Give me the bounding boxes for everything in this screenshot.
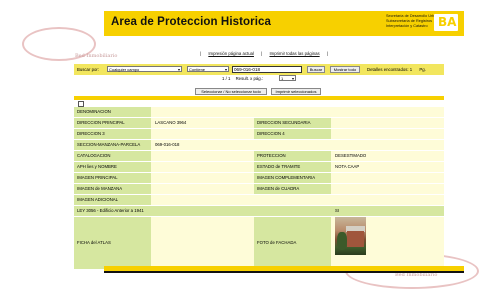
table-row: SECCION-MANZANA-PARCELA 069-016-018 (74, 140, 444, 151)
page-title: Area de Proteccion Historica (111, 16, 272, 28)
table-row: IMAGEN de MANZANA IMAGEN de CUADRA (74, 184, 444, 195)
smp-label: SECCION-MANZANA-PARCELA (74, 140, 151, 150)
record-table: DENOMINACION DIRECCION PRINCIPAL LASCANO… (74, 107, 444, 270)
table-row: FICHA del ATLAS FOTO de FACHADA (74, 217, 444, 270)
table-row: IMAGEN PRINCIPAL IMAGEN COMPLEMENTARIA (74, 173, 444, 184)
search-field-value: Cualquier campo (109, 67, 140, 72)
denominacion-label: DENOMINACION (74, 107, 151, 117)
results-count: Detalles encontrados: 1 Pg. (367, 67, 426, 72)
aph-label: APH lies y NOMBRE (74, 162, 151, 172)
page-indicator: 1 / 1 (222, 76, 231, 81)
direccion-4-label: DIRECCION 4 (254, 129, 331, 139)
table-row: LEY 3056 - Edificio Anterior a 1941 SI (74, 206, 444, 217)
photo-tree (337, 232, 347, 250)
table-row: APH lies y NOMBRE ESTADO de TRAMITE NOTA… (74, 162, 444, 173)
print-all-pages-link[interactable]: Imprimir todas las páginas (269, 51, 319, 56)
imagen-complementaria-label: IMAGEN COMPLEMENTARIA (254, 173, 331, 183)
ley-3056-value: SI (335, 208, 340, 213)
footer-line (104, 271, 464, 273)
estado-tramite-value: NOTA CAAP (335, 164, 360, 169)
chevron-down-icon: ▾ (224, 67, 227, 72)
org-line-3: Interpretación y Catastro (386, 24, 428, 29)
ba-logo: BA (434, 14, 458, 31)
results-per-page-label: Result. x pág.: (235, 76, 264, 81)
watermark-text-top: Bed Inmobiliario (75, 53, 118, 59)
smp-value: 069-016-018 (155, 142, 180, 147)
link-separator: | (200, 51, 202, 56)
direccion-principal-label: DIRECCION PRINCIPAL (74, 118, 151, 128)
table-row: CATALOGACION PROTECCION DESESTIMADO (74, 151, 444, 162)
ley-3056-label: LEY 3056 - Edificio Anterior a 1941 (74, 206, 329, 216)
table-row: DIRECCION 3 DIRECCION 4 (74, 129, 444, 140)
link-separator: | (261, 51, 263, 56)
catalogacion-label: CATALOGACION (74, 151, 151, 161)
watermark-text-bottom: Bed Inmobiliario (395, 272, 438, 278)
ficha-atlas-label: FICHA del ATLAS (74, 217, 151, 269)
chevron-down-icon: ▾ (291, 76, 294, 81)
direccion-principal-value: LASCANO 3964 (155, 120, 187, 125)
page-header: Area de Proteccion Historica Secretaría … (104, 11, 464, 36)
imagen-adicional-label: IMAGEN ADICIONAL (74, 195, 151, 205)
direccion-secundaria-label: DIRECCION SECUNDARIA (254, 118, 331, 128)
imagen-cuadra-label: IMAGEN de CUADRA (254, 184, 331, 194)
chevron-down-icon: ▾ (177, 67, 180, 72)
proteccion-value: DESESTIMADO (335, 153, 367, 158)
select-row (74, 100, 444, 107)
results-per-page-value: 1 (281, 76, 284, 81)
mostrar-todo-button[interactable]: Mostrar todo (330, 66, 360, 73)
org-name: Secretaría de Desarrollo Urbano Subsecre… (386, 14, 441, 30)
search-mode-value: Contiene (189, 67, 206, 72)
imagen-principal-label: IMAGEN PRINCIPAL (74, 173, 151, 183)
print-current-page-link[interactable]: Impresión página actual (208, 51, 254, 56)
search-input-value: 069-016-018 (234, 66, 261, 72)
direccion-3-label: DIRECCION 3 (74, 129, 151, 139)
search-input[interactable]: 069-016-018 (232, 65, 302, 73)
link-separator: | (326, 51, 328, 56)
facade-photo[interactable] (335, 217, 366, 255)
table-row: DENOMINACION (74, 107, 444, 118)
ba-logo-text: BA (438, 15, 457, 29)
select-toggle-button[interactable]: Seleccionar / No seleccionar todo (195, 88, 267, 95)
pager: 1 / 1 Result. x pág.: 1 ▾ (222, 75, 296, 81)
print-links: | Impresión página actual | Imprimir tod… (200, 51, 334, 56)
estado-tramite-label: ESTADO de TRAMITE (254, 162, 331, 172)
print-selected-button[interactable]: Imprimir seleccionados (271, 88, 321, 95)
table-row: IMAGEN ADICIONAL (74, 195, 444, 206)
buscar-button[interactable]: Buscar (307, 66, 325, 73)
imagen-manzana-label: IMAGEN de MANZANA (74, 184, 151, 194)
search-bar: Buscar por: Cualquier campo ▾ Contiene ▾… (74, 64, 444, 75)
search-field-select[interactable]: Cualquier campo ▾ (107, 66, 182, 72)
results-count-pg: Pg. (419, 67, 426, 72)
results-count-text: Detalles encontrados: 1 (367, 67, 413, 72)
results-per-page-select[interactable]: 1 ▾ (279, 75, 296, 81)
table-row: DIRECCION PRINCIPAL LASCANO 3964 DIRECCI… (74, 118, 444, 129)
search-label: Buscar por: (77, 67, 99, 72)
foto-fachada-label: FOTO de FACHADA (254, 217, 331, 269)
photo-house (347, 231, 364, 247)
proteccion-label: PROTECCION (254, 151, 331, 161)
search-mode-select[interactable]: Contiene ▾ (187, 66, 229, 72)
